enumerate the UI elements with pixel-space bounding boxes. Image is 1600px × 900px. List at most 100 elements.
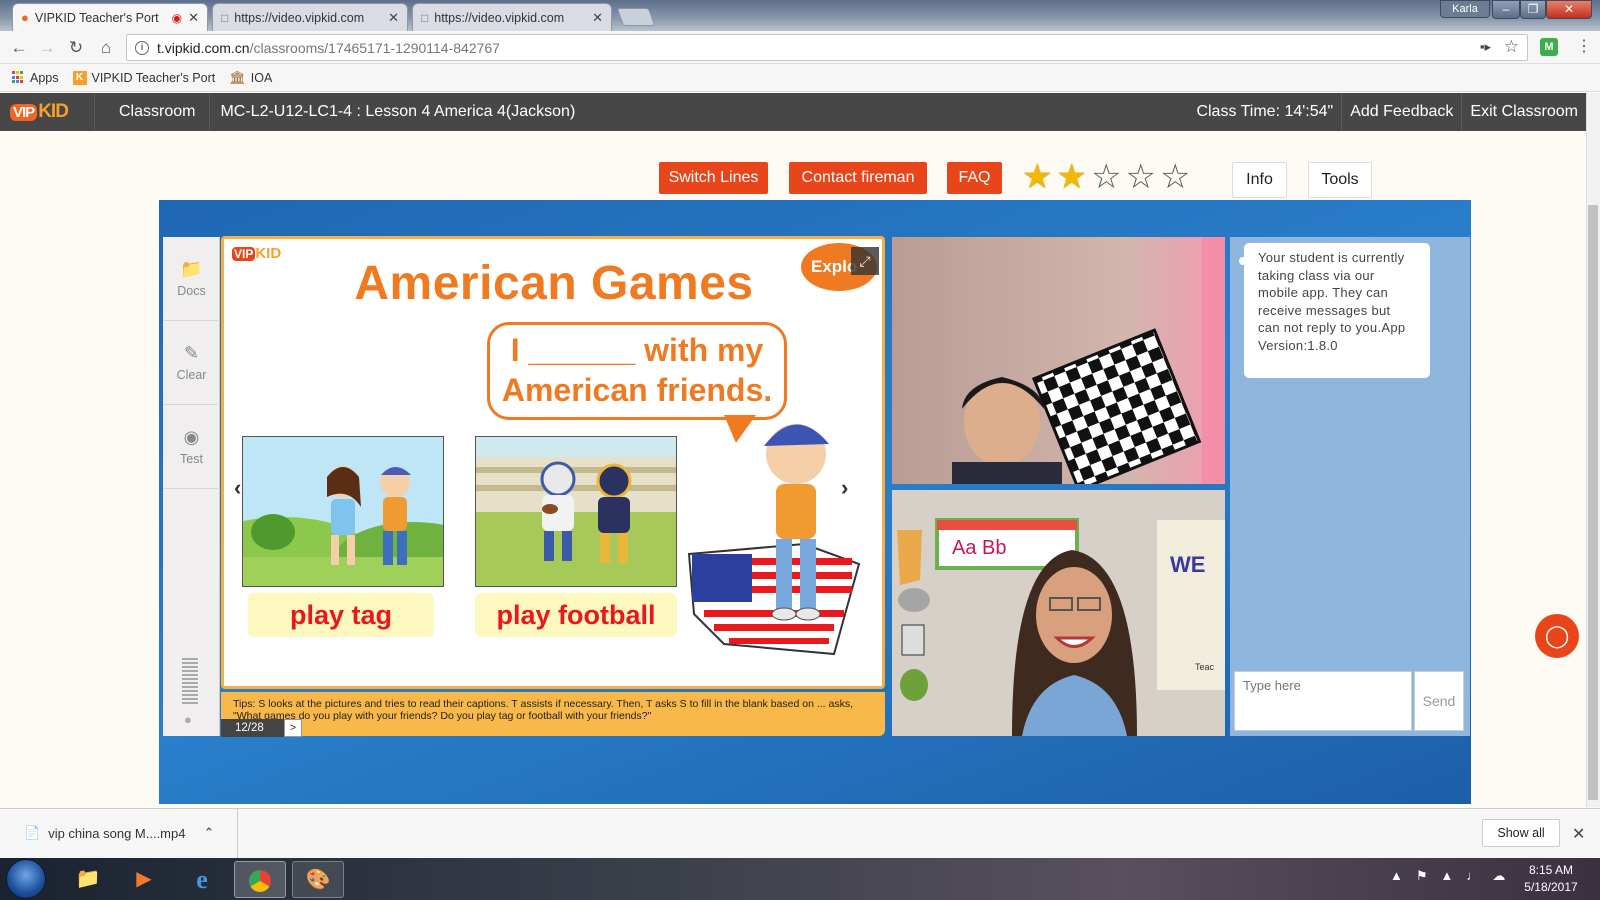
page-favicon-icon: □ — [221, 10, 229, 25]
bubble-line-1: I ______ with my — [510, 332, 764, 368]
flag-icon[interactable]: ⚑ — [1416, 868, 1428, 884]
browser-toolbar: ← → ↻ ⌂ i t.vipkid.com.cn/classrooms/174… — [0, 31, 1600, 64]
media-player-icon[interactable]: ▶ — [118, 861, 170, 898]
chrome-icon[interactable] — [234, 861, 286, 898]
chat-input[interactable] — [1234, 671, 1412, 731]
tab-close-icon[interactable]: ✕ — [592, 10, 603, 26]
vipkid-logo: VIP KID — [0, 93, 94, 131]
vipkid-favicon-icon: ● — [21, 10, 29, 25]
site-info-icon[interactable]: i — [135, 40, 149, 55]
class-timer: Class Time: 14':54" — [1196, 103, 1334, 120]
prev-slide-icon[interactable]: ‹ — [234, 475, 241, 501]
taskbar-clock[interactable]: 8:15 AM 5/18/2017 — [1508, 862, 1594, 896]
tab-video-2[interactable]: □ https://video.vipkid.com ✕ — [412, 3, 612, 31]
cloud-icon[interactable]: ☁ — [1492, 868, 1505, 884]
contact-fireman-button[interactable]: Contact fireman — [789, 162, 927, 194]
info-button[interactable]: Info — [1232, 162, 1287, 198]
sign-text: Teac — [1195, 662, 1215, 672]
maximize-button[interactable]: ❐ — [1520, 0, 1546, 19]
system-tray: ▲ ⚑ ▲ ♩ ☁ — [1390, 868, 1505, 884]
bookmark-apps[interactable]: Apps — [12, 71, 59, 85]
file-explorer-icon[interactable]: 📁 — [62, 861, 114, 898]
logo-vip-text: VIP — [10, 103, 38, 121]
tab-title: VIPKID Teacher's Port — [34, 10, 159, 25]
extension-icon[interactable]: M — [1540, 38, 1558, 56]
menu-icon[interactable]: ⋮ — [1576, 36, 1592, 56]
bookmark-label: VIPKID Teacher's Port — [91, 70, 216, 85]
scroll-thumb[interactable] — [1588, 205, 1598, 800]
bookmarks-bar: Apps K VIPKID Teacher's Port 🏛 IOA — [0, 64, 1600, 92]
building-icon: 🏛 — [229, 69, 246, 85]
bookmark-label: Apps — [30, 70, 59, 85]
network-icon[interactable]: ▲ — [1441, 868, 1454, 884]
star-filled-icon[interactable]: ★ — [1056, 160, 1086, 194]
tips-text: Tips: S looks at the pictures and tries … — [233, 698, 854, 722]
star-empty-icon[interactable]: ☆ — [1125, 160, 1155, 194]
address-bar[interactable]: i t.vipkid.com.cn/classrooms/17465171-12… — [126, 34, 1528, 61]
home-icon[interactable]: ⌂ — [95, 37, 117, 59]
classroom-header: VIP KID Classroom MC-L2-U12-LC1-4 : Lesso… — [0, 93, 1586, 131]
test-button[interactable]: ◉ Test — [163, 405, 220, 489]
tab-close-icon[interactable]: ✕ — [388, 10, 399, 26]
vipkid-favicon-icon: K — [72, 70, 87, 85]
wall-text: WE — [1170, 552, 1205, 577]
caption-play-football: play football — [475, 593, 677, 637]
profile-button[interactable]: Karla — [1440, 0, 1490, 18]
board-text: Aa Bb — [952, 537, 1006, 559]
bookmark-star-icon[interactable]: ☆ — [1504, 37, 1519, 57]
clear-button[interactable]: ✎ Clear — [163, 321, 220, 405]
star-empty-icon[interactable]: ☆ — [1160, 160, 1190, 194]
chevron-up-icon[interactable]: ⌃ — [203, 825, 214, 841]
show-all-button[interactable]: Show all — [1482, 819, 1560, 847]
show-hidden-icons[interactable]: ▲ — [1390, 868, 1403, 884]
docs-button[interactable]: 📁 Docs — [163, 237, 220, 321]
clock-date: 5/18/2017 — [1524, 880, 1578, 894]
eraser-icon: ✎ — [183, 343, 200, 363]
tab-close-icon[interactable]: ✕ — [188, 10, 199, 26]
teacher-video: Aa Bb WE Teac — [892, 490, 1225, 736]
next-slide-icon[interactable]: › — [841, 475, 848, 501]
send-button[interactable]: Send — [1414, 671, 1464, 731]
internet-explorer-icon[interactable]: e — [176, 861, 228, 898]
camera-icon[interactable]: ▪▸ — [1480, 39, 1491, 55]
start-button[interactable] — [6, 859, 46, 899]
tab-vipkid-portal[interactable]: ● VIPKID Teacher's Port ◉ ✕ — [12, 3, 208, 31]
add-feedback-button[interactable]: Add Feedback — [1342, 93, 1461, 131]
tab-video-1[interactable]: □ https://video.vipkid.com ✕ — [212, 3, 408, 31]
support-headset-icon[interactable]: ◯ — [1535, 614, 1579, 658]
switch-lines-button[interactable]: Switch Lines — [659, 162, 768, 194]
bookmark-label: IOA — [250, 70, 273, 85]
tools-button[interactable]: Tools — [1308, 162, 1372, 198]
mic-level-meter — [182, 658, 198, 708]
forward-icon[interactable]: → — [36, 37, 58, 59]
back-icon[interactable]: ← — [8, 37, 30, 59]
slide-title: American Games — [354, 257, 754, 310]
fullscreen-icon[interactable]: ⤢ — [851, 247, 879, 275]
test-icon: ◉ — [183, 427, 200, 447]
file-icon: 📄 — [24, 825, 41, 840]
faq-button[interactable]: FAQ — [947, 162, 1002, 194]
close-shelf-icon[interactable]: ✕ — [1572, 824, 1585, 844]
clock-time: 8:15 AM — [1528, 863, 1574, 877]
rating-stars[interactable]: ★ ★ ☆ ☆ ☆ — [1022, 160, 1190, 194]
download-filename: vip china song M....mp4 — [48, 825, 186, 841]
url-host: t.vipkid.com.cn — [157, 39, 250, 56]
reload-icon[interactable]: ↻ — [65, 37, 87, 59]
download-item[interactable]: 📄 vip china song M....mp4 ⌃ — [20, 808, 238, 858]
window-close-button[interactable]: ✕ — [1546, 0, 1592, 19]
new-tab-button[interactable] — [616, 8, 656, 26]
play-football-picture — [475, 436, 677, 587]
bookmark-vipkid[interactable]: K VIPKID Teacher's Port — [72, 70, 216, 85]
volume-icon[interactable]: ♩ — [1466, 868, 1479, 884]
star-empty-icon[interactable]: ☆ — [1091, 160, 1121, 194]
paint-icon[interactable]: 🎨 — [292, 861, 344, 898]
chat-system-message: Your student is currently taking class v… — [1239, 243, 1430, 378]
lesson-slide: VIP KID American Games Explo ⤢ I ______ w… — [221, 236, 885, 689]
star-filled-icon[interactable]: ★ — [1022, 160, 1052, 194]
next-page-button[interactable]: > — [284, 719, 302, 737]
minimize-button[interactable]: – — [1492, 0, 1520, 19]
speech-bubble: I ______ with my American friends. — [487, 322, 787, 420]
exit-classroom-button[interactable]: Exit Classroom — [1462, 93, 1586, 131]
bookmark-ioa[interactable]: 🏛 IOA — [229, 70, 272, 86]
docs-label: Docs — [177, 284, 206, 298]
